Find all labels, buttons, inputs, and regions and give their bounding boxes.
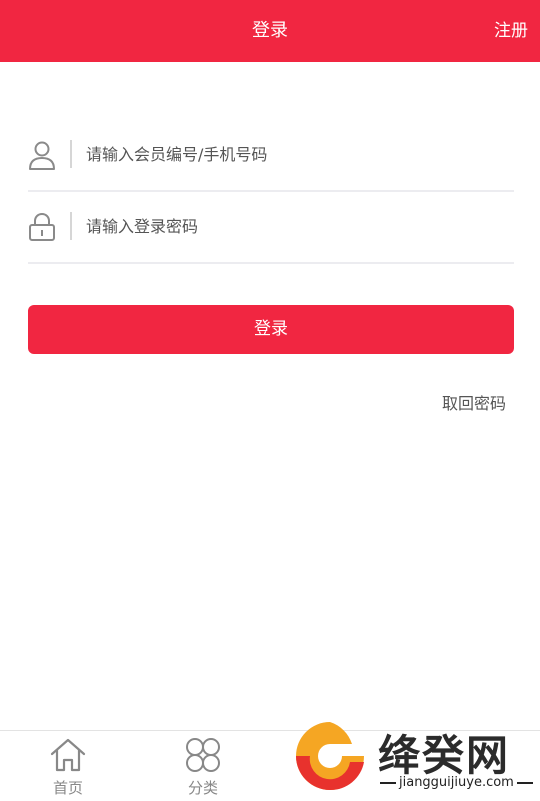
tab-label: 首页 — [52, 779, 83, 797]
watermark-url: jiangguijiuye.com — [399, 775, 514, 790]
field-divider — [70, 140, 72, 168]
account-input[interactable] — [86, 136, 506, 172]
tab-label: 分类 — [187, 779, 218, 797]
tab-home[interactable]: 首页 — [18, 731, 118, 801]
password-input[interactable] — [86, 208, 506, 244]
login-button[interactable]: 登录 — [28, 305, 514, 354]
field-divider — [70, 212, 72, 240]
lock-icon — [28, 212, 56, 242]
register-button[interactable]: 注册 — [494, 0, 528, 62]
tab-category[interactable]: 分类 — [153, 731, 253, 801]
home-icon — [49, 737, 87, 773]
header-bar: 登录 注册 — [0, 0, 540, 62]
account-field — [28, 118, 514, 192]
watermark-logo-icon — [290, 716, 370, 796]
page-title: 登录 — [252, 20, 288, 41]
category-icon — [184, 737, 222, 773]
watermark-text: 绛癸网 — [378, 731, 511, 780]
retrieve-password-link[interactable]: 取回密码 — [442, 390, 506, 414]
watermark: 绛癸网 jiangguijiuye.com — [285, 712, 535, 800]
watermark-subtext: jiangguijiuye.com — [377, 775, 536, 790]
user-icon — [28, 140, 56, 170]
password-field — [28, 190, 514, 264]
